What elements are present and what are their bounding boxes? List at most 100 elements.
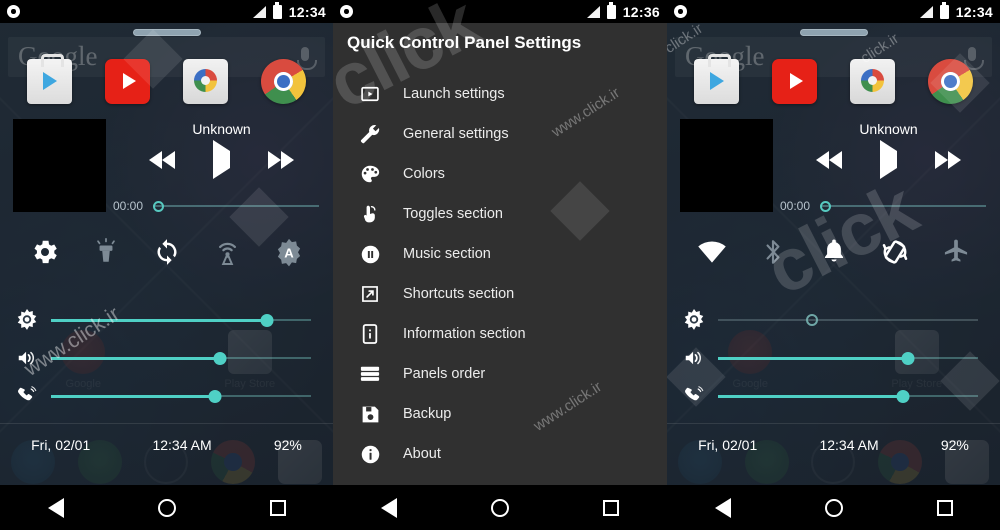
recents-icon[interactable] <box>593 490 629 526</box>
navbar-right <box>667 485 1000 530</box>
layers-icon <box>357 361 383 387</box>
brightness-slider[interactable] <box>51 313 311 327</box>
wifi-icon[interactable] <box>695 235 729 269</box>
media-seek-slider[interactable] <box>820 200 986 212</box>
hotspot-icon[interactable] <box>211 235 245 269</box>
back-icon[interactable] <box>371 490 407 526</box>
rotate-icon[interactable] <box>878 235 912 269</box>
back-icon[interactable] <box>705 490 741 526</box>
ring-volume-slider[interactable] <box>718 389 978 403</box>
page-title: Quick Control Panel Settings <box>347 33 582 52</box>
settings-item-label: Information section <box>403 326 526 342</box>
brightness-slider-row <box>667 301 1000 339</box>
volume-icon <box>10 347 44 369</box>
settings-dot-icon <box>340 5 353 18</box>
media-volume-slider-row <box>667 339 1000 377</box>
bluetooth-icon[interactable] <box>756 235 790 269</box>
tap-finger-icon <box>357 201 383 227</box>
camera-icon[interactable] <box>850 59 895 104</box>
settings-item-label: Music section <box>403 246 491 262</box>
wrench-icon <box>357 121 383 147</box>
svg-text:A: A <box>284 246 294 261</box>
panel-drag-handle[interactable] <box>132 29 201 36</box>
music-section: Unknown 00:00 <box>667 119 1000 219</box>
auto-brightness-icon[interactable]: A <box>272 235 306 269</box>
signal-icon <box>252 5 266 18</box>
settings-item-label: About <box>403 446 441 462</box>
statusbar-left-icons <box>674 5 920 18</box>
settings-item-about[interactable]: About <box>333 434 667 474</box>
chrome-icon[interactable] <box>928 59 973 104</box>
chrome-icon[interactable] <box>261 59 306 104</box>
media-controls <box>787 140 990 179</box>
ring-volume-slider-row <box>0 377 333 415</box>
sliders-section-right <box>667 301 1000 415</box>
information-section-right: Fri, 02/01 12:34 AM 92% <box>667 437 1000 453</box>
media-volume-slider[interactable] <box>51 351 311 365</box>
home-icon[interactable] <box>149 490 185 526</box>
recents-icon[interactable] <box>260 490 296 526</box>
brightness-slider[interactable] <box>718 313 978 327</box>
fast-forward-icon[interactable] <box>935 151 961 169</box>
settings-item-panels-order[interactable]: Panels order <box>333 354 667 394</box>
panel-drag-handle[interactable] <box>799 29 868 36</box>
home-icon[interactable] <box>482 490 518 526</box>
settings-dot-icon <box>7 5 20 18</box>
settings-item-information[interactable]: Information section <box>333 314 667 354</box>
fast-forward-icon[interactable] <box>268 151 294 169</box>
youtube-icon[interactable] <box>105 59 150 104</box>
settings-item-general[interactable]: General settings <box>333 114 667 154</box>
sync-icon[interactable] <box>150 235 184 269</box>
settings-item-label: General settings <box>403 126 509 142</box>
info-date: Fri, 02/01 <box>698 437 758 453</box>
info-card-icon <box>357 321 383 347</box>
phone-volume-icon <box>10 385 44 407</box>
rewind-icon[interactable] <box>149 151 175 169</box>
bell-icon[interactable] <box>817 235 851 269</box>
brightness-icon <box>677 309 711 331</box>
play-icon[interactable] <box>213 140 230 179</box>
battery-icon <box>939 1 949 19</box>
flashlight-icon[interactable] <box>89 235 123 269</box>
signal-icon <box>586 5 600 18</box>
navbar-left <box>0 485 333 530</box>
media-seek-slider[interactable] <box>153 200 319 212</box>
launch-icon <box>357 81 383 107</box>
home-icon[interactable] <box>816 490 852 526</box>
statusbar-right: 12:34 <box>667 0 1000 23</box>
gear-icon[interactable] <box>28 235 62 269</box>
settings-item-toggles[interactable]: Toggles section <box>333 194 667 234</box>
home-app-row <box>0 54 333 104</box>
media-progress: 00:00 <box>113 199 319 213</box>
panel-divider <box>667 423 1000 424</box>
youtube-icon[interactable] <box>772 59 817 104</box>
info-clock: 12:34 AM <box>152 437 212 453</box>
phone-volume-icon <box>677 385 711 407</box>
settings-item-launch[interactable]: Launch settings <box>333 74 667 114</box>
panel-divider <box>0 423 333 424</box>
battery-icon <box>272 1 282 19</box>
ring-volume-slider[interactable] <box>51 389 311 403</box>
settings-item-label: Backup <box>403 406 452 422</box>
back-icon[interactable] <box>38 490 74 526</box>
settings-item-colors[interactable]: Colors <box>333 154 667 194</box>
ring-volume-slider-row <box>667 377 1000 415</box>
play-store-icon[interactable] <box>694 54 739 104</box>
airplane-icon[interactable] <box>939 235 973 269</box>
media-volume-slider[interactable] <box>718 351 978 365</box>
statusbar-left: 12:34 <box>0 0 333 23</box>
music-section: Unknown 00:00 <box>0 119 333 219</box>
settings-item-backup[interactable]: Backup <box>333 394 667 434</box>
info-battery: 92% <box>940 437 969 453</box>
play-store-icon[interactable] <box>27 54 72 104</box>
settings-item-music[interactable]: Music section <box>333 234 667 274</box>
album-art <box>680 119 773 212</box>
camera-icon[interactable] <box>183 59 228 104</box>
recents-icon[interactable] <box>927 490 963 526</box>
pause-circle-icon <box>357 241 383 267</box>
track-title: Unknown <box>192 121 251 137</box>
settings-item-label: Shortcuts section <box>403 286 515 302</box>
rewind-icon[interactable] <box>816 151 842 169</box>
play-icon[interactable] <box>880 140 897 179</box>
settings-item-shortcuts[interactable]: Shortcuts section <box>333 274 667 314</box>
